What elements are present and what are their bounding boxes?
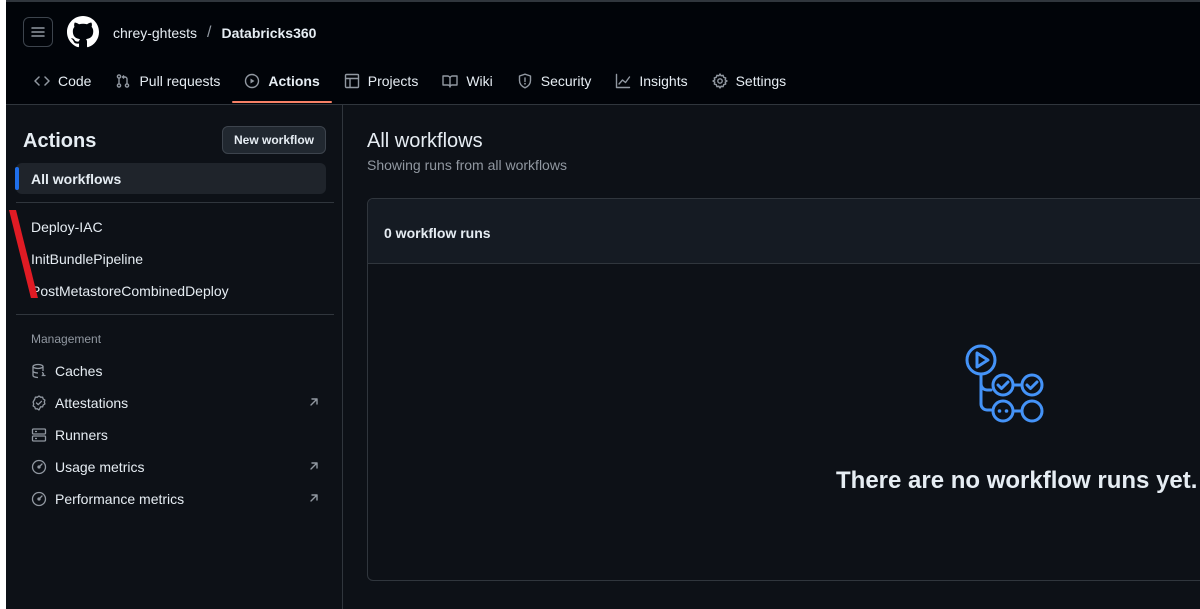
actions-sidebar: Actions New workflow All workflows Deplo… [6,105,343,609]
sidebar-item-label: Attestations [55,395,129,411]
new-workflow-button[interactable]: New workflow [222,126,326,154]
tab-label: Settings [735,73,787,89]
repo-tabs: Code Pull requests Actions Projects Wiki… [22,62,798,104]
tab-wiki[interactable]: Wiki [430,62,504,100]
tab-pull-requests[interactable]: Pull requests [103,62,232,100]
sidebar-item-performance-metrics[interactable]: Performance metrics [31,489,321,509]
page-title: All workflows [367,130,483,152]
workflow-runs-panel: 0 workflow runs There are no workflow ru… [367,198,1200,581]
repo-owner-link[interactable]: chrey-ghtests [113,25,197,41]
tab-actions[interactable]: Actions [232,62,333,103]
breadcrumb: chrey-ghtests / Databricks360 [113,24,316,42]
book-icon [442,75,459,88]
tab-label: Actions [268,73,320,89]
sidebar-item-workflow[interactable]: PostMetastoreCombinedDeploy [31,283,229,299]
workflow-runs-header: 0 workflow runs [368,199,1200,264]
link-external-icon [310,494,318,502]
play-icon [245,73,260,89]
tab-settings[interactable]: Settings [700,62,799,100]
tab-label: Security [540,73,592,89]
database-icon [32,363,46,379]
three-bars-icon [31,27,45,37]
github-logo-icon[interactable] [67,16,99,48]
sidebar-item-workflow[interactable]: Deploy-IAC [31,219,103,235]
page-subtitle: Showing runs from all workflows [367,157,567,173]
active-indicator [15,167,19,190]
repo-header: chrey-ghtests / Databricks360 Code Pull … [6,2,1200,105]
sidebar-item-runners[interactable]: Runners [31,425,321,445]
gear-icon [711,73,728,89]
sidebar-item-label: Performance metrics [55,491,185,507]
workflow-empty-state-icon [965,344,1044,423]
sidebar-item-label: Caches [55,363,103,379]
sidebar-item-label: Runners [55,427,108,443]
meter-icon [31,491,47,507]
git-pull-request-icon [117,74,130,88]
management-heading: Management [31,332,102,346]
hamburger-menu-button[interactable] [23,17,53,47]
tab-label: Insights [639,73,688,89]
workflow-runs-count: 0 workflow runs [384,225,491,241]
code-icon [34,76,50,86]
graph-icon [616,73,631,89]
sidebar-title: Actions [23,130,97,152]
tab-code[interactable]: Code [22,62,103,100]
breadcrumb-separator: / [207,24,212,41]
tab-projects[interactable]: Projects [332,62,431,100]
verified-icon [32,395,46,411]
repo-name-link[interactable]: Databricks360 [222,25,317,41]
sidebar-item-usage-metrics[interactable]: Usage metrics [31,457,321,477]
divider [16,202,334,203]
sidebar-item-label: Usage metrics [55,459,145,475]
server-icon [31,428,47,442]
sidebar-item-attestations[interactable]: Attestations [31,393,321,413]
sidebar-item-label: All workflows [31,171,122,187]
tab-security[interactable]: Security [505,62,604,100]
link-external-icon [310,462,318,470]
meter-icon [31,459,47,475]
table-icon [344,73,359,89]
shield-icon [518,73,531,89]
empty-state-message: There are no workflow runs yet. [836,467,1198,494]
sidebar-item-workflow[interactable]: InitBundlePipeline [31,251,143,267]
tab-label: Wiki [466,73,493,89]
divider [16,314,334,315]
link-external-icon [310,398,318,406]
sidebar-item-all-workflows[interactable]: All workflows [15,163,326,194]
tab-label: Pull requests [139,73,221,89]
tab-label: Projects [367,73,419,89]
tab-insights[interactable]: Insights [603,62,699,100]
tab-label: Code [58,73,92,89]
sidebar-item-caches[interactable]: Caches [31,361,321,381]
